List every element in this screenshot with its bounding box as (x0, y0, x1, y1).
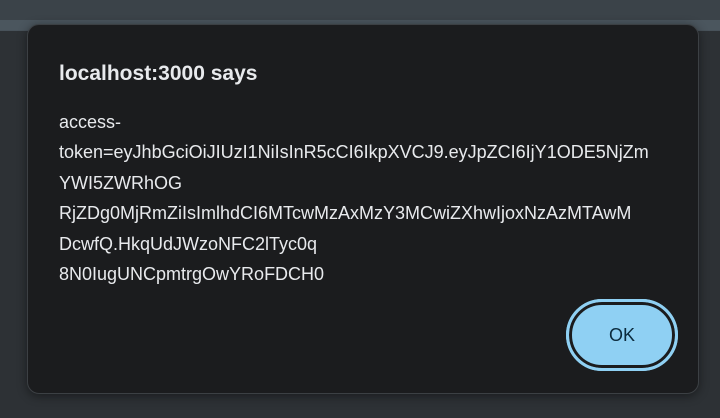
dialog-message-line: DcwfQ.HkqUdJWzoNFC2lTyc0q (59, 233, 318, 254)
dialog-message-line: token=eyJhbGciOiJIUzI1NiIsInR5cCI6IkpXVC… (59, 142, 649, 163)
dialog-message-line: access- (59, 112, 122, 132)
dialog-title: localhost:3000 says (59, 62, 258, 85)
dialog-message: access- token=eyJhbGciOiJIUzI1NiIsInR5cC… (59, 107, 671, 289)
alert-dialog: localhost:3000 says access- token=eyJhbG… (27, 24, 699, 394)
ok-button[interactable]: OK (566, 299, 678, 371)
dialog-message-line: 8N0IugUNCpmtrgOwYRoFDCH0 (59, 264, 325, 285)
dialog-message-line: YWI5ZWRhOG (59, 172, 183, 193)
dialog-message-line: RjZDg0MjRmZiIsImlhdCI6MTcwMzAxMzY3MCwiZX… (59, 203, 632, 224)
